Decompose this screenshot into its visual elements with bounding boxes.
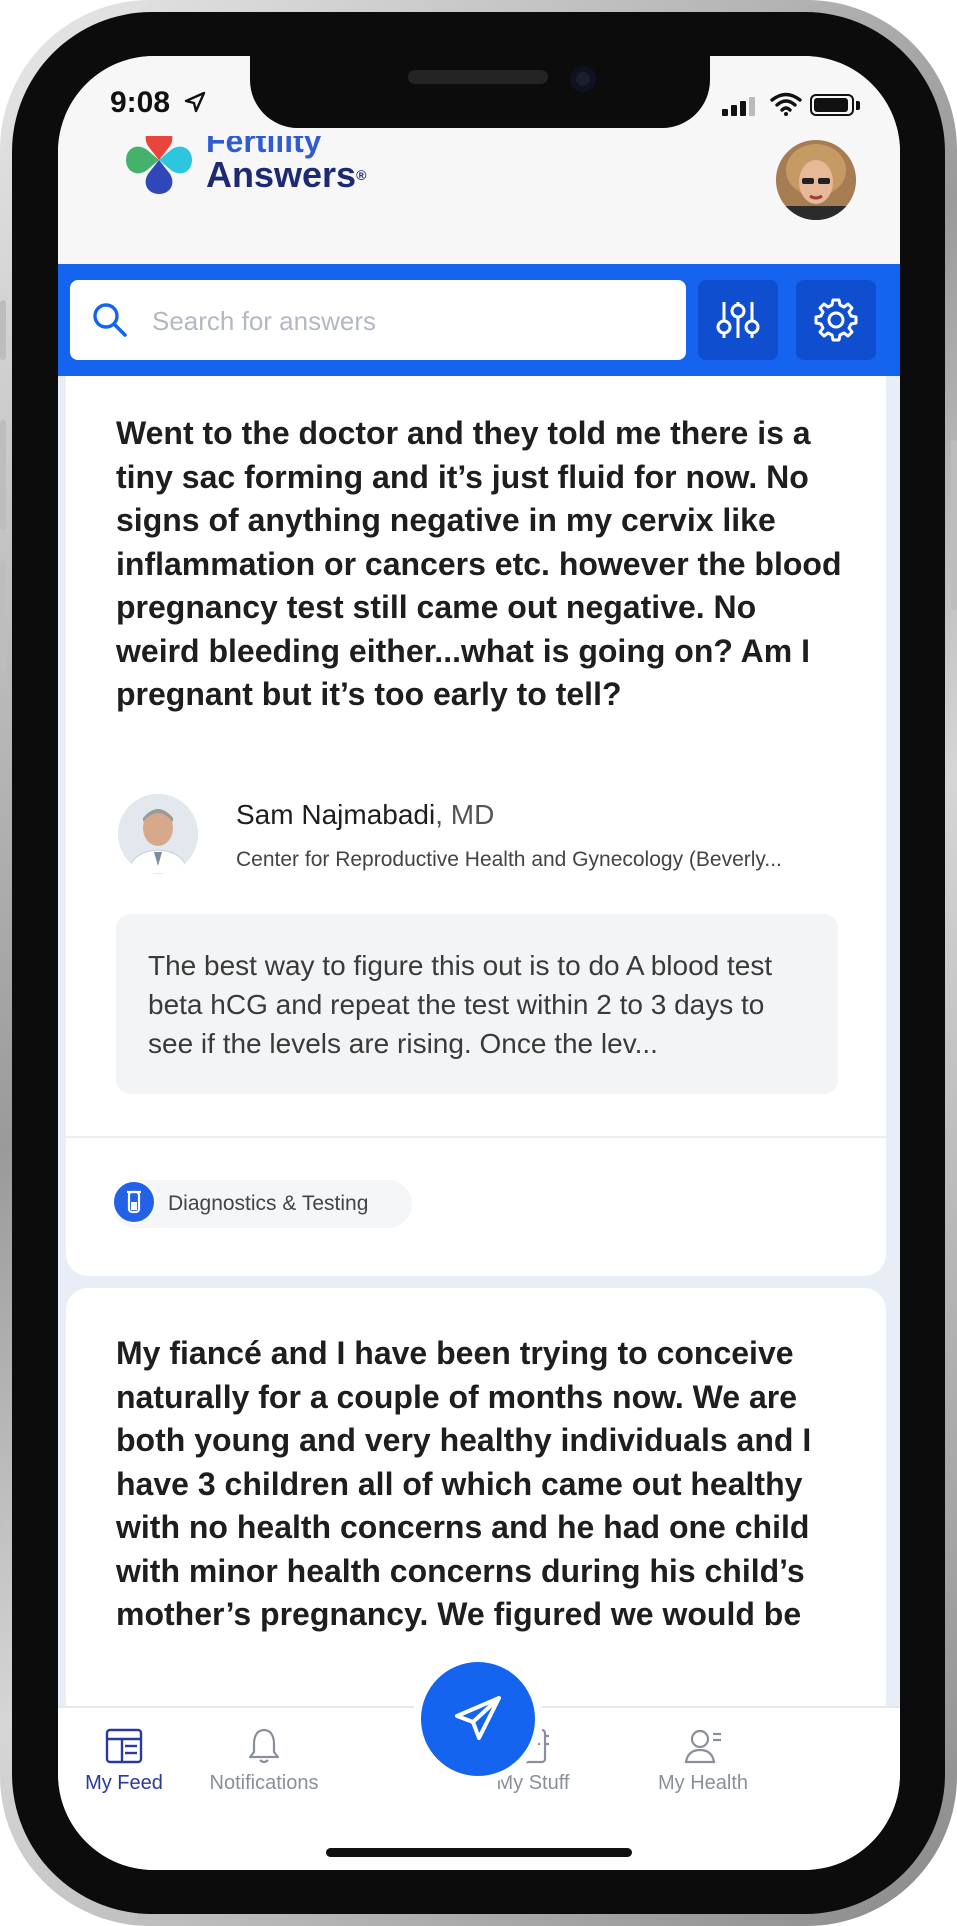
test-tube-icon <box>112 1180 156 1224</box>
sliders-icon <box>716 302 760 338</box>
question-text[interactable]: My fiancé and I have been trying to conc… <box>116 1332 846 1637</box>
wifi-icon <box>770 92 802 116</box>
answer-text: The best way to figure this out is to do… <box>148 950 773 1059</box>
earpiece-speaker <box>408 70 548 84</box>
question-card[interactable]: Went to the doctor and they told me ther… <box>66 376 886 1276</box>
trademark: ® <box>356 167 367 183</box>
location-arrow-icon <box>184 91 206 113</box>
battery-icon <box>810 94 854 116</box>
filter-button[interactable] <box>698 280 778 360</box>
topic-tag-label: Diagnostics & Testing <box>168 1192 369 1215</box>
feed-icon <box>105 1728 143 1764</box>
brand-line2: Answers® <box>206 154 367 195</box>
battery-tip <box>856 101 860 110</box>
home-indicator[interactable] <box>326 1848 632 1857</box>
tab-notifications[interactable]: Notifications <box>189 1726 339 1806</box>
profile-avatar[interactable] <box>776 140 856 220</box>
mute-switch <box>0 300 6 360</box>
phone-screen: 9:08 Fertility Answers® Search for answe… <box>58 56 900 1870</box>
doctor-name[interactable]: Sam Najmabadi, MD <box>236 799 494 831</box>
card-divider <box>66 1136 886 1138</box>
topic-tag[interactable]: Diagnostics & Testing <box>112 1180 412 1228</box>
ask-question-button[interactable] <box>421 1662 535 1776</box>
tab-my-health[interactable]: My Health <box>628 1726 778 1806</box>
bell-icon <box>248 1728 280 1764</box>
power-button <box>951 440 957 610</box>
answer-preview[interactable]: The best way to figure this out is to do… <box>116 914 838 1094</box>
volume-up-button <box>0 420 6 530</box>
app-header: Fertility Answers® <box>58 124 900 264</box>
search-icon <box>93 303 127 337</box>
paper-plane-icon <box>455 1696 501 1740</box>
gear-icon <box>814 298 858 342</box>
tab-label: My Health <box>657 1772 749 1794</box>
search-toolbar <box>58 264 900 376</box>
doctor-clinic: Center for Reproductive Health and Gynec… <box>236 848 782 871</box>
tab-label: My Feed <box>85 1772 163 1794</box>
tab-label: Notifications <box>209 1772 319 1794</box>
cellular-signal-icon <box>722 97 755 116</box>
volume-down-button <box>0 560 6 670</box>
question-card[interactable]: My fiancé and I have been trying to conc… <box>66 1288 886 1706</box>
doctor-avatar[interactable] <box>118 794 198 874</box>
search-input[interactable] <box>150 280 674 362</box>
search-box[interactable] <box>70 280 686 362</box>
feed-list[interactable]: Went to the doctor and they told me ther… <box>58 376 900 1706</box>
question-text[interactable]: Went to the doctor and they told me ther… <box>116 412 846 717</box>
notch <box>250 56 710 128</box>
status-time: 9:08 <box>110 86 171 119</box>
user-health-icon <box>684 1729 721 1764</box>
tab-my-feed[interactable]: My Feed <box>58 1726 199 1806</box>
settings-button[interactable] <box>796 280 876 360</box>
doctor-credential: , MD <box>435 799 495 830</box>
front-camera <box>570 66 596 92</box>
